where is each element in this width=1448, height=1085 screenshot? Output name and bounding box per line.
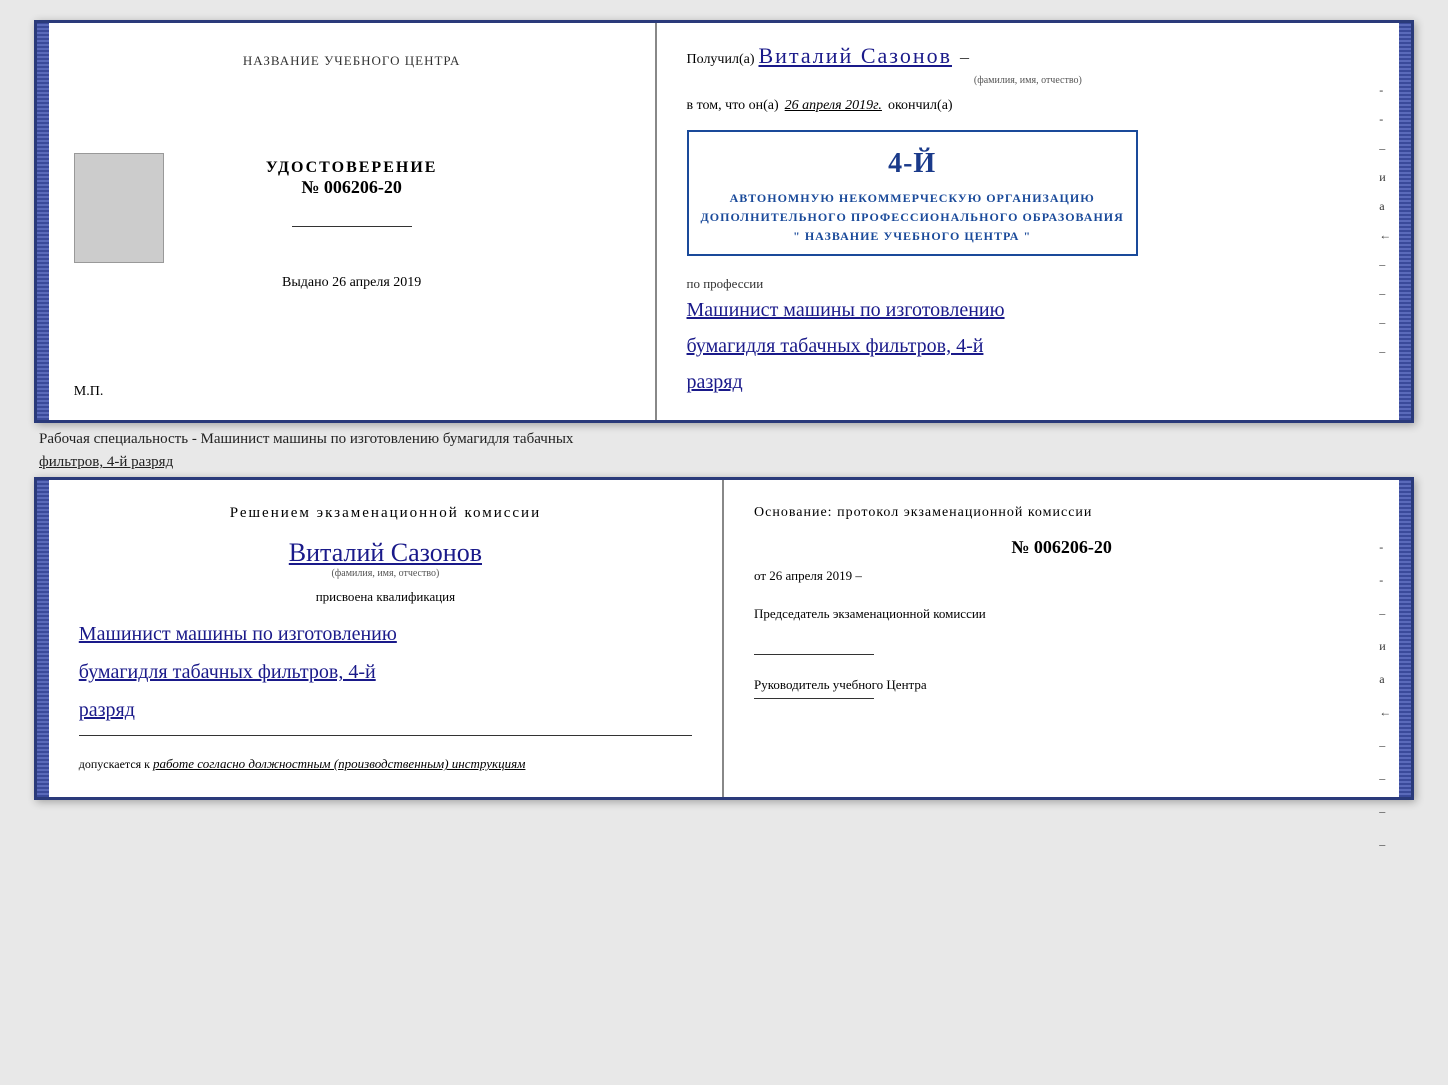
allowed-prefix: допускается к — [79, 757, 150, 771]
vtom-date: 26 апреля 2019г. — [785, 98, 882, 114]
certificate-booklet-bottom: Решением экзаменационной комиссии Витали… — [34, 477, 1414, 800]
finished-label: окончил(а) — [888, 98, 953, 114]
stamp-line1: АВТОНОМНУЮ НЕКОММЕРЧЕСКУЮ ОРГАНИЗАЦИЮ — [730, 191, 1095, 205]
issued-line: Выдано 26 апреля 2019 — [282, 275, 421, 291]
person-subtitle-bottom: (фамилия, имя, отчество) — [79, 568, 692, 579]
vtom-line: в том, что он(а) 26 апреля 2019г. окончи… — [687, 98, 1370, 114]
person-name-bottom: Виталий Сазонов — [79, 538, 692, 568]
allowed-text: работе согласно должностным (производств… — [153, 756, 525, 771]
qual-line3: разряд — [79, 691, 692, 729]
bottom-right-page: Основание: протокол экзаменационной коми… — [724, 480, 1399, 797]
profession-line1: Машинист машины по изготовлению — [687, 292, 1370, 328]
received-line: Получил(а) Виталий Сазонов – — [687, 43, 1370, 69]
protocol-number: № 006206-20 — [754, 537, 1369, 558]
bottom-left-page: Решением экзаменационной комиссии Витали… — [49, 480, 724, 797]
commission-title: Решением экзаменационной комиссии — [79, 505, 692, 522]
received-label: Получил(а) — [687, 52, 755, 68]
profession-label-top: по профессии — [687, 276, 1370, 292]
from-date-line: от 26 апреля 2019 – — [754, 568, 1369, 584]
qual-line2: бумагидля табачных фильтров, 4-й — [79, 653, 692, 691]
training-center-title: НАЗВАНИЕ УЧЕБНОГО ЦЕНТРА — [243, 53, 460, 69]
chairman-label: Председатель экзаменационной комиссии — [754, 604, 1369, 624]
from-dash: – — [855, 568, 862, 583]
person-name-top: Виталий Сазонов — [759, 43, 952, 69]
right-side-dashes: - - – и а ← – – – – — [1379, 83, 1391, 359]
qual-assigned: присвоена квалификация — [79, 589, 692, 605]
profession-line2: бумагидля табачных фильтров, 4-й — [687, 328, 1370, 364]
basis-label: Основание: протокол экзаменационной коми… — [754, 505, 1369, 521]
stamp-line3: " НАЗВАНИЕ УЧЕБНОГО ЦЕНТРА " — [793, 229, 1031, 243]
bottom-right-dashes: - - – и а ← – – – – — [1379, 540, 1391, 852]
bottom-spine-right — [1399, 480, 1411, 797]
dash-symbol: – — [960, 47, 969, 68]
cert-label-area: УДОСТОВЕРЕНИЕ № 006206-20 — [266, 159, 438, 198]
chairman-sign-line — [754, 654, 874, 655]
stamp-box: 4-й АВТОНОМНУЮ НЕКОММЕРЧЕСКУЮ ОРГАНИЗАЦИ… — [687, 130, 1138, 256]
vtom-label: в том, что он(а) — [687, 98, 779, 114]
photo-placeholder — [74, 153, 164, 263]
signature-line-left — [292, 226, 412, 227]
director-label: Руководитель учебного Центра — [754, 675, 1369, 695]
director-sign-line — [754, 698, 874, 699]
issued-label: Выдано — [282, 275, 329, 290]
cert-right-page: Получил(а) Виталий Сазонов – (фамилия, и… — [657, 23, 1400, 420]
booklet-spine-right — [1399, 23, 1411, 420]
cert-number: № 006206-20 — [301, 177, 402, 197]
certificate-booklet-top: НАЗВАНИЕ УЧЕБНОГО ЦЕНТРА УДОСТОВЕРЕНИЕ №… — [34, 20, 1414, 423]
info-text-area: Рабочая специальность - Машинист машины … — [34, 431, 1414, 471]
cert-word: УДОСТОВЕРЕНИЕ — [266, 159, 438, 177]
stamp-line2: ДОПОЛНИТЕЛЬНОГО ПРОФЕССИОНАЛЬНОГО ОБРАЗО… — [701, 210, 1124, 224]
cert-left-page: НАЗВАНИЕ УЧЕБНОГО ЦЕНТРА УДОСТОВЕРЕНИЕ №… — [49, 23, 657, 420]
qual-line1: Машинист машины по изготовлению — [79, 615, 692, 653]
allowed-line: допускается к работе согласно должностны… — [79, 756, 692, 772]
issued-date: 26 апреля 2019 — [332, 275, 421, 290]
info-line1: Рабочая специальность - Машинист машины … — [34, 431, 1414, 448]
stamp-number: 4-й — [701, 142, 1124, 187]
mp-label: М.П. — [74, 384, 104, 400]
bottom-spine-left — [37, 480, 49, 797]
name-subtitle-top: (фамилия, имя, отчество) — [687, 75, 1370, 86]
booklet-spine-left — [37, 23, 49, 420]
from-date: 26 апреля 2019 — [769, 568, 852, 583]
from-label: от — [754, 568, 766, 583]
info-line2-underline: фильтров, 4-й разряд — [39, 454, 173, 470]
info-line2: фильтров, 4-й разряд — [34, 454, 1414, 471]
profession-line3: разряд — [687, 364, 1370, 400]
